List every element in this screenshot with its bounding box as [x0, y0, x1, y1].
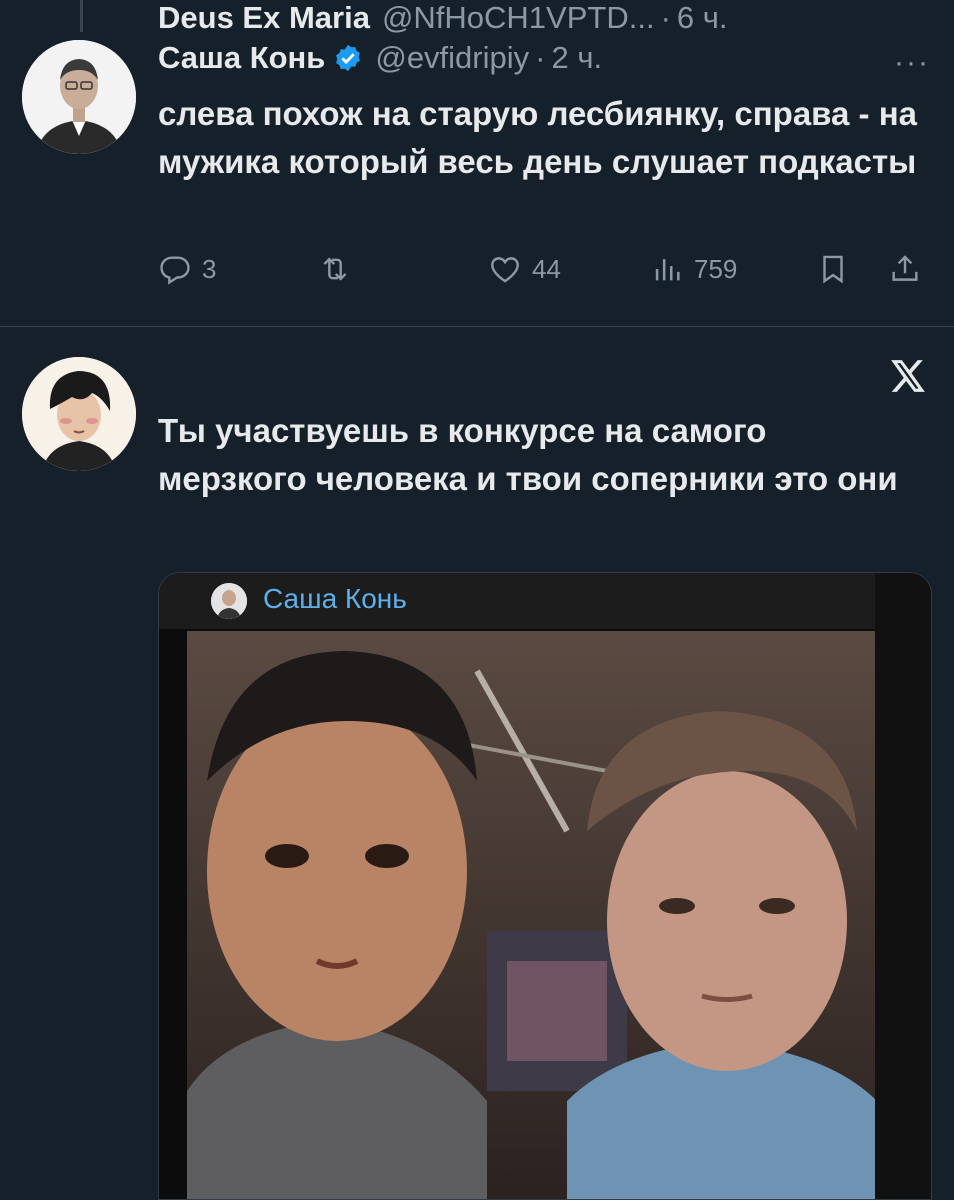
photo-two-men — [187, 631, 877, 1199]
views-icon — [655, 259, 680, 281]
separator-dot-2: · — [660, 0, 671, 35]
bookmark-button[interactable] — [816, 252, 850, 286]
share-button[interactable] — [888, 252, 922, 286]
tweet-text-2: Ты участвуешь в конкурсе на самого мерзк… — [158, 412, 898, 497]
verified-badge-icon — [336, 44, 361, 72]
avatar-sasha[interactable] — [22, 40, 136, 154]
timestamp-2[interactable]: 6 ч. — [677, 0, 728, 36]
more-icon[interactable]: ··· — [894, 46, 930, 80]
author-name-2[interactable]: Deus Ex Maria — [158, 0, 370, 36]
tweet-header-2: Deus Ex Maria @NfHoCH1VPTD... · 6 ч. — [158, 0, 728, 36]
telegram-avatar-portrait — [211, 583, 247, 619]
author-handle-2[interactable]: @NfHoCH1VPTD... — [382, 0, 655, 36]
photo-illustration — [187, 631, 877, 1199]
telegram-avatar — [211, 583, 247, 619]
separator-dot: · — [535, 40, 546, 75]
tweet-actions: 3 44 759 — [0, 252, 954, 292]
telegram-chat-name: Саша Конь — [263, 583, 407, 614]
repost-button[interactable] — [318, 252, 362, 286]
telegram-header: Саша Конь — [159, 573, 931, 629]
reply-count: 3 — [202, 253, 217, 284]
tweet-text: слева похож на старую лесбиянку, справа … — [158, 95, 917, 180]
avatar-deus-ex-maria[interactable] — [22, 357, 136, 471]
views-button[interactable]: 759 — [650, 252, 737, 286]
timestamp[interactable]: 2 ч. — [551, 40, 602, 76]
tweet-media[interactable]: Саша Конь — [158, 572, 932, 1200]
reply-icon — [160, 256, 190, 285]
like-icon — [491, 257, 519, 283]
like-count: 44 — [532, 253, 561, 284]
reply-button[interactable]: 3 — [158, 252, 216, 286]
views-count: 759 — [694, 253, 738, 284]
repost-icon — [323, 257, 347, 281]
avatar-drawing — [22, 357, 136, 471]
like-button[interactable]: 44 — [488, 252, 561, 286]
telegram-wallpaper — [875, 573, 931, 1199]
author-handle[interactable]: @evfidripiy — [375, 40, 529, 76]
author-name[interactable]: Саша Конь — [158, 40, 325, 76]
tweet-header: Саша Конь @evfidripiy · 2 ч. — [158, 40, 602, 76]
share-icon — [892, 255, 918, 281]
bookmark-icon — [823, 255, 843, 284]
tweet-1[interactable]: Саша Конь @evfidripiy · 2 ч. ··· слева п… — [0, 0, 954, 327]
x-logo-icon — [891, 360, 925, 392]
avatar-portrait — [22, 40, 136, 154]
